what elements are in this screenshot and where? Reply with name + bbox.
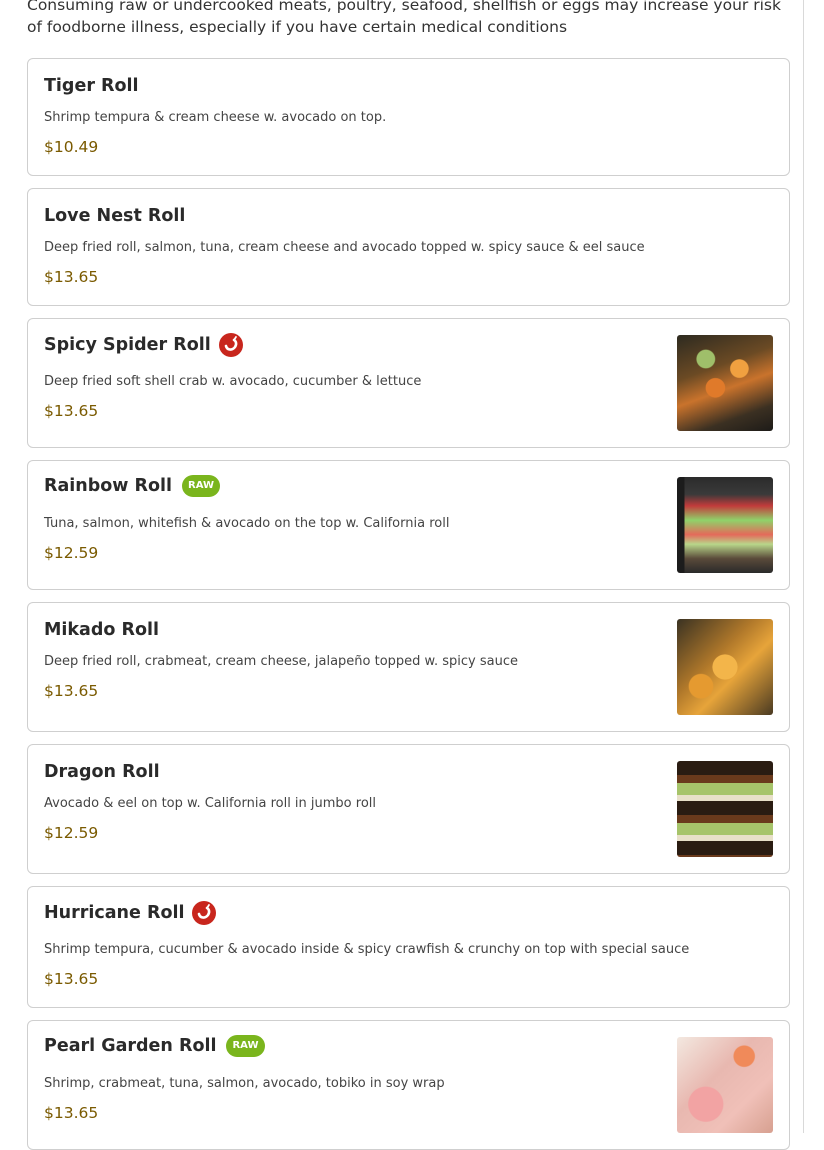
item-description: Shrimp, crabmeat, tuna, salmon, avocado,… [44,1076,445,1091]
item-photo[interactable] [677,477,773,573]
item-name: Hurricane Roll [44,903,185,923]
item-description: Deep fried soft shell crab w. avocado, c… [44,374,422,389]
raw-food-disclaimer: Consuming raw or undercooked meats, poul… [27,0,781,36]
item-price: $10.49 [44,138,99,156]
item-price: $12.59 [44,544,99,562]
item-name: Love Nest Roll [44,206,186,226]
menu-item-rainbow-roll[interactable]: Rainbow Roll RAW Tuna, salmon, whitefish… [27,460,790,590]
menu-item-hurricane-roll[interactable]: Hurricane Roll Shrimp tempura, cucumber … [27,886,790,1008]
item-price: $12.59 [44,824,99,842]
item-name: Dragon Roll [44,762,160,782]
item-description: Tuna, salmon, whitefish & avocado on the… [44,516,450,531]
item-name: Mikado Roll [44,620,159,640]
item-description: Shrimp tempura & cream cheese w. avocado… [44,110,387,125]
raw-badge: RAW [182,475,221,497]
menu-item-dragon-roll[interactable]: Dragon Roll Avocado & eel on top w. Cali… [27,744,790,874]
chili-pepper-icon [218,333,243,357]
item-description: Deep fried roll, salmon, tuna, cream che… [44,240,645,255]
menu-item-love-nest-roll[interactable]: Love Nest Roll Deep fried roll, salmon, … [27,188,790,306]
item-price: $13.65 [44,1104,99,1122]
item-price: $13.65 [44,268,99,286]
menu-item-tiger-roll[interactable]: Tiger Roll Shrimp tempura & cream cheese… [27,58,790,176]
item-price: $13.65 [44,402,99,420]
menu-item-spicy-spider-roll[interactable]: Spicy Spider Roll Deep fried soft shell … [27,318,790,448]
menu-item-mikado-roll[interactable]: Mikado Roll Deep fried roll, crabmeat, c… [27,602,790,732]
menu-item-pearl-garden-roll[interactable]: Pearl Garden Roll RAW Shrimp, crabmeat, … [27,1020,790,1150]
item-photo[interactable] [677,761,773,857]
page-right-border [803,0,804,1133]
item-description: Deep fried roll, crabmeat, cream cheese,… [44,654,518,669]
item-name: Spicy Spider Roll [44,335,211,355]
item-name: Rainbow Roll [44,476,173,496]
chili-pepper-icon [192,901,217,925]
item-price: $13.65 [44,970,99,988]
item-description: Shrimp tempura, cucumber & avocado insid… [44,942,690,957]
raw-badge: RAW [226,1035,265,1057]
item-photo[interactable] [677,335,773,431]
item-name: Tiger Roll [44,76,139,96]
item-photo[interactable] [677,619,773,715]
item-photo[interactable] [677,1037,773,1133]
item-price: $13.65 [44,682,99,700]
item-name: Pearl Garden Roll [44,1036,217,1056]
item-description: Avocado & eel on top w. California roll … [44,796,377,811]
